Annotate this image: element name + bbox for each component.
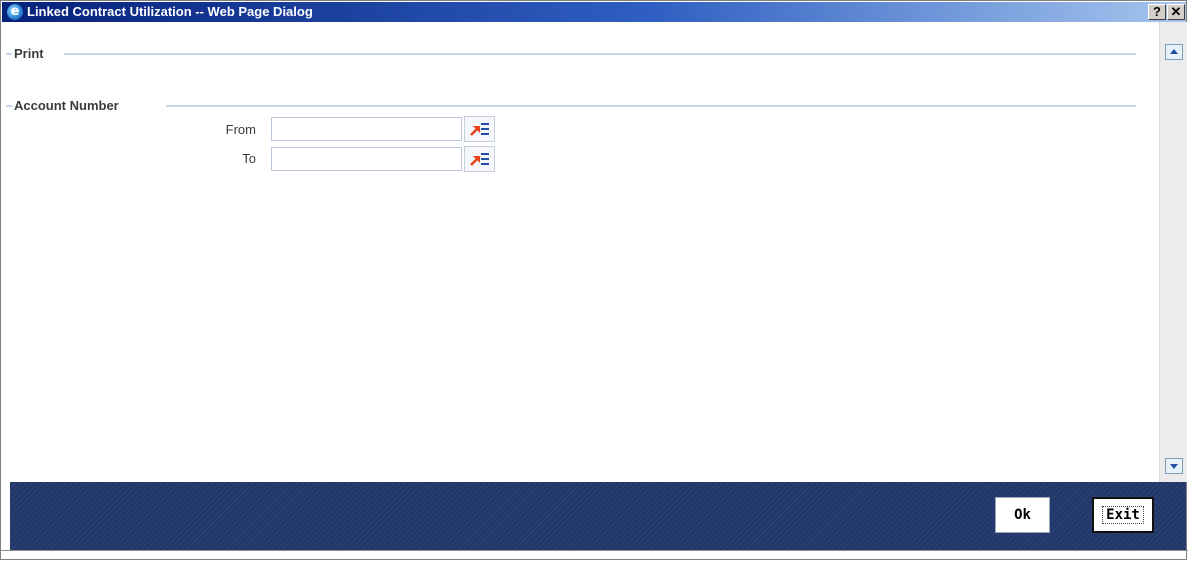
exit-button-label: Exit — [1102, 506, 1144, 524]
footer-left-margin — [2, 482, 10, 550]
dialog-window: e Linked Contract Utilization -- Web Pag… — [0, 0, 1188, 560]
list-of-values-icon — [470, 123, 489, 136]
from-lov-button[interactable] — [464, 116, 495, 142]
section-rule — [166, 105, 1136, 107]
print-section-header: Print — [6, 46, 1136, 62]
from-account-input[interactable] — [271, 117, 462, 141]
from-label: From — [225, 122, 256, 137]
help-button[interactable]: ? — [1148, 4, 1166, 20]
ie-globe-icon: e — [7, 4, 23, 20]
account-number-section-header: Account Number — [6, 98, 1136, 114]
dialog-footer: Ok Exit — [10, 482, 1186, 550]
window-title: Linked Contract Utilization -- Web Page … — [27, 4, 313, 19]
to-label: To — [242, 151, 256, 166]
scroll-up-button[interactable] — [1165, 44, 1183, 60]
to-lov-button[interactable] — [464, 146, 495, 172]
section-rule — [64, 53, 1136, 55]
arrow-down-icon — [1170, 464, 1178, 469]
close-button[interactable]: ✕ — [1167, 4, 1185, 20]
list-of-values-icon — [470, 153, 489, 166]
arrow-up-icon — [1170, 49, 1178, 54]
exit-button[interactable]: Exit — [1092, 497, 1154, 533]
ok-button[interactable]: Ok — [995, 497, 1050, 533]
to-account-input[interactable] — [271, 147, 462, 171]
print-section-label: Print — [12, 46, 47, 62]
vertical-scrollbar[interactable] — [1159, 22, 1187, 482]
title-bar[interactable]: e Linked Contract Utilization -- Web Pag… — [2, 2, 1186, 22]
dialog-content — [2, 22, 1159, 482]
window-bottom-border — [1, 550, 1188, 551]
scroll-down-button[interactable] — [1165, 458, 1183, 474]
account-number-section-label: Account Number — [12, 98, 122, 114]
